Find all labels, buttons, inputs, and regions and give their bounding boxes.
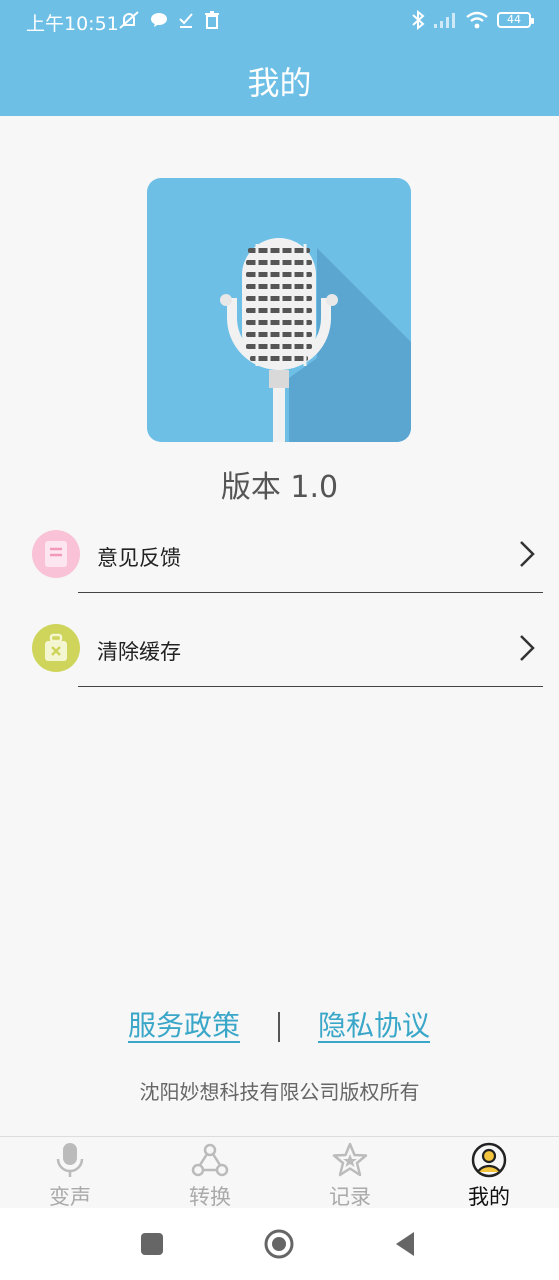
top-app-bar: 上午10:51 44 我的 (0, 0, 559, 116)
back-button-icon[interactable] (390, 1228, 422, 1260)
star-icon (332, 1142, 368, 1177)
luggage-clean-icon (32, 624, 80, 672)
menu-item-label: 意见反馈 (97, 546, 181, 570)
app-version: 版本 1.0 (220, 470, 339, 505)
menu-item-clear-cache[interactable]: 清除缓存 (0, 600, 559, 694)
menu-item-feedback[interactable]: 意见反馈 (0, 506, 559, 600)
status-notification-icons (118, 10, 220, 30)
menu-divider (78, 592, 543, 593)
status-bar: 上午10:51 44 (0, 0, 559, 42)
system-nav-bar (0, 1208, 559, 1280)
bluetooth-icon (412, 10, 425, 30)
signal-icon (434, 13, 455, 28)
microphone-logo-icon (147, 178, 411, 442)
tab-convert[interactable]: 转换 (140, 1137, 280, 1209)
tab-records[interactable]: 记录 (280, 1137, 420, 1209)
chevron-right-icon (520, 541, 535, 567)
status-system-icons: 44 (411, 10, 534, 30)
policy-separator (278, 1012, 280, 1042)
chat-bubble-icon (151, 13, 167, 27)
policy-links: 服务政策 隐私协议 (0, 1004, 559, 1048)
tab-label: 记录 (329, 1185, 371, 1209)
muted-bell-icon (119, 11, 139, 29)
copyright-text: 沈阳妙想科技有限公司版权所有 (139, 1080, 420, 1104)
trash-icon (205, 11, 219, 29)
status-time: 上午10:51 (26, 13, 119, 35)
battery-indicator: 44 (497, 12, 534, 28)
microphone-icon (56, 1143, 84, 1177)
tab-label: 变声 (49, 1185, 91, 1209)
menu-divider (78, 686, 543, 687)
app-logo (147, 178, 411, 442)
recent-apps-icon[interactable] (136, 1228, 168, 1260)
menu-item-label: 清除缓存 (97, 640, 181, 664)
tab-mine[interactable]: 我的 (419, 1137, 559, 1209)
chevron-right-icon (520, 635, 535, 661)
service-policy-link[interactable]: 服务政策 (128, 1004, 240, 1044)
user-profile-icon (471, 1142, 507, 1178)
tab-voice-change[interactable]: 变声 (0, 1137, 140, 1209)
tab-label: 转换 (189, 1185, 231, 1209)
share-nodes-icon (191, 1143, 229, 1177)
privacy-policy-link[interactable]: 隐私协议 (318, 1004, 430, 1044)
bottom-tab-bar: 变声 转换 记录 我的 (0, 1136, 559, 1209)
tab-label: 我的 (468, 1185, 510, 1209)
feedback-note-icon (32, 530, 80, 578)
home-button-icon[interactable] (263, 1228, 295, 1260)
page-title: 我的 (247, 64, 312, 102)
wifi-icon (466, 11, 488, 29)
check-download-icon (179, 13, 193, 28)
